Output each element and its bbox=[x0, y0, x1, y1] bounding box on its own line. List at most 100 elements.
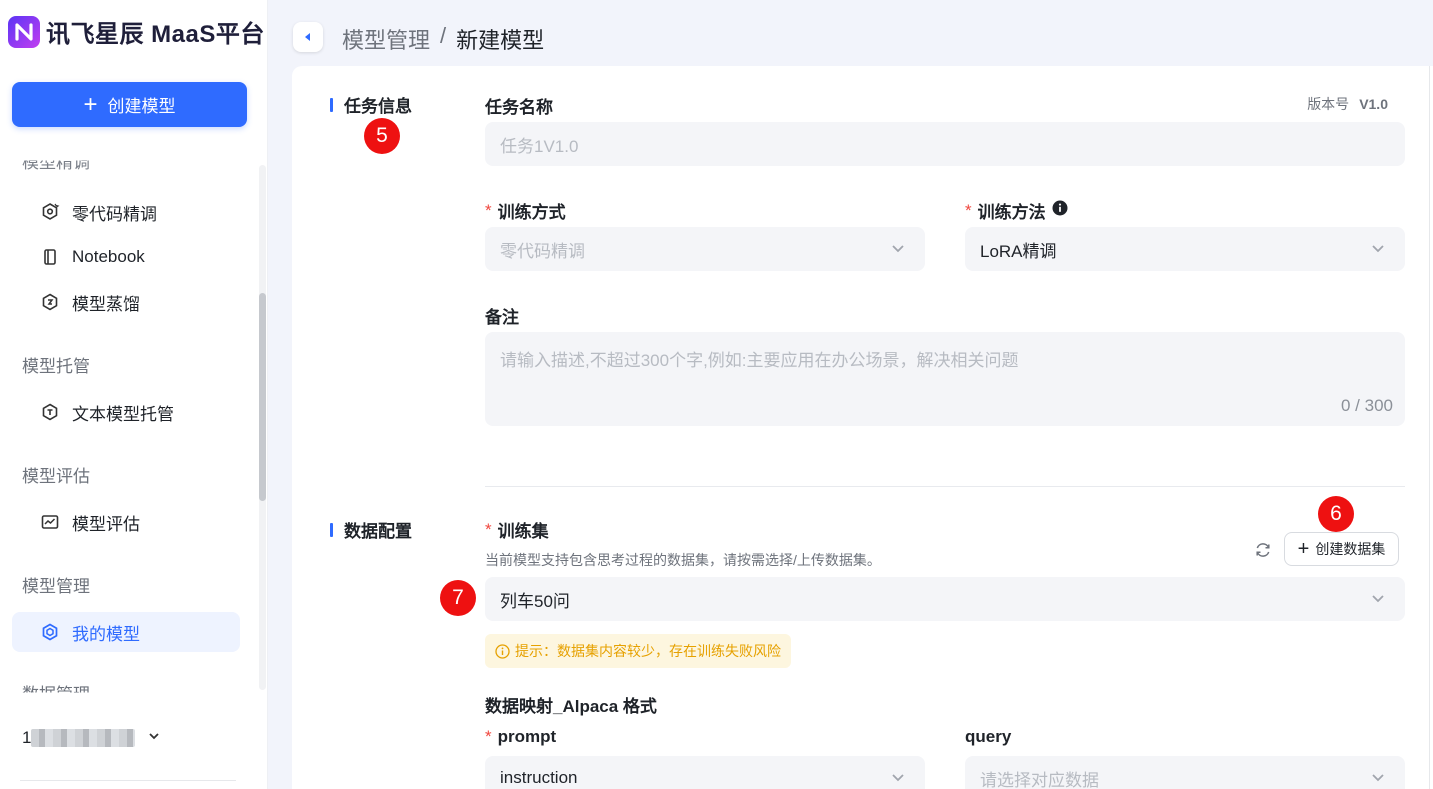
dataset-hint: 当前模型支持包含思考过程的数据集，请按需选择/上传数据集。 bbox=[485, 552, 881, 568]
train-method-label: * 训练方法 bbox=[965, 198, 1068, 223]
caret-left-icon bbox=[305, 33, 310, 41]
remark-char-counter: 0 / 300 bbox=[1341, 396, 1393, 415]
mapping-title: 数据映射_Alpaca 格式 bbox=[485, 692, 657, 717]
sidebar-item-text-hosting[interactable]: 文本模型托管 bbox=[12, 392, 240, 432]
sidebar-item-label: 零代码精调 bbox=[72, 204, 157, 224]
prompt-value: instruction bbox=[500, 768, 578, 787]
distill-icon bbox=[40, 292, 60, 312]
sidebar-item-label: Notebook bbox=[72, 247, 145, 266]
user-name-redacted bbox=[31, 729, 136, 747]
query-label: query bbox=[965, 727, 1011, 747]
remark-label-text: 备注 bbox=[485, 308, 519, 327]
user-name-prefix: 1 bbox=[22, 728, 32, 747]
chevron-down-icon bbox=[1372, 774, 1384, 782]
breadcrumb-current: 新建模型 bbox=[456, 28, 545, 53]
create-model-label: 创建模型 bbox=[107, 97, 176, 116]
query-select[interactable]: 请选择对应数据 bbox=[965, 756, 1405, 789]
train-mode-value: 零代码精调 bbox=[500, 241, 585, 261]
remark-label: 备注 bbox=[485, 303, 519, 328]
train-method-select[interactable]: LoRA精调 bbox=[965, 227, 1405, 271]
mapping-title-text: 数据映射_Alpaca 格式 bbox=[485, 697, 657, 716]
zero-code-finetune-icon bbox=[40, 202, 60, 222]
sidebar-item-label: 模型评估 bbox=[72, 514, 140, 534]
evaluation-icon bbox=[40, 512, 60, 532]
sidebar-item-label: 模型蒸馏 bbox=[72, 294, 140, 314]
train-mode-select[interactable]: 零代码精调 bbox=[485, 227, 925, 271]
nav-group-evaluation: 模型评估 bbox=[22, 467, 90, 486]
annotation-badge-6: 6 bbox=[1318, 496, 1354, 532]
task-name-label-text: 任务名称 bbox=[485, 98, 553, 117]
top-bar: 模型管理 / 新建模型 bbox=[268, 0, 1433, 66]
train-method-value: LoRA精调 bbox=[980, 241, 1057, 261]
nav-menu[interactable]: 模型精调 零代码精调 Notebook 模型蒸馏 模型托管 文本模型托管 模型评… bbox=[0, 150, 258, 695]
breadcrumb-separator: / bbox=[440, 23, 447, 48]
divider bbox=[20, 780, 236, 781]
prompt-select[interactable]: instruction bbox=[485, 756, 925, 789]
version-value: V1.0 bbox=[1359, 96, 1388, 112]
section-title-task-info: 任务信息 bbox=[330, 92, 412, 117]
sidebar-item-distill[interactable]: 模型蒸馏 bbox=[12, 282, 240, 322]
section-title-data-config: 数据配置 bbox=[330, 517, 412, 542]
breadcrumb-model-management[interactable]: 模型管理 bbox=[342, 23, 430, 55]
sidebar-item-evaluation[interactable]: 模型评估 bbox=[12, 502, 240, 542]
sidebar: 讯飞星辰 MaaS平台 + 创建模型 模型精调 零代码精调 Notebook 模… bbox=[0, 0, 268, 789]
warning-text: 提示：数据集内容较少，存在训练失败风险 bbox=[515, 643, 781, 659]
remark-placeholder: 请输入描述,不超过300个字,例如:主要应用在办公场景，解决相关问题 bbox=[500, 351, 1019, 370]
train-set-label-text: 训练集 bbox=[497, 522, 549, 541]
train-set-select[interactable]: 列车50问 bbox=[485, 577, 1405, 621]
train-mode-label: * 训练方式 bbox=[485, 198, 566, 223]
user-menu[interactable]: 1 bbox=[22, 728, 161, 748]
chevron-down-icon bbox=[892, 245, 904, 253]
train-set-value: 列车50问 bbox=[500, 591, 570, 611]
required-mark: * bbox=[965, 200, 972, 220]
chevron-down-icon bbox=[892, 774, 904, 782]
required-mark: * bbox=[485, 200, 492, 220]
version-info: 版本号 V1.0 bbox=[1307, 94, 1388, 114]
task-name-input[interactable]: 任务1V1.0 bbox=[485, 122, 1405, 166]
hosting-icon bbox=[40, 402, 60, 422]
my-model-icon bbox=[40, 622, 60, 642]
logo-icon bbox=[8, 15, 40, 48]
train-method-label-text: 训练方法 bbox=[977, 203, 1046, 222]
section-title-text: 任务信息 bbox=[344, 97, 412, 116]
main-form: 任务信息 5 任务名称 版本号 V1.0 任务1V1.0 * 训练方式 零代码精调… bbox=[292, 66, 1433, 789]
breadcrumb: 模型管理 / 新建模型 bbox=[342, 23, 544, 55]
sidebar-item-label: 文本模型托管 bbox=[72, 404, 174, 424]
nav-group-hosting: 模型托管 bbox=[22, 357, 90, 376]
sidebar-item-my-model[interactable]: 我的模型 bbox=[12, 612, 240, 652]
dataset-warning: 提示：数据集内容较少，存在训练失败风险 bbox=[485, 634, 791, 668]
sidebar-item-zero-code-finetune[interactable]: 零代码精调 bbox=[12, 192, 240, 232]
chevron-down-icon bbox=[1372, 245, 1384, 253]
remark-textarea[interactable]: 请输入描述,不超过300个字,例如:主要应用在办公场景，解决相关问题 0 / 3… bbox=[485, 332, 1405, 426]
nav-group-finetune: 模型精调 bbox=[22, 153, 90, 173]
annotation-badge-7: 7 bbox=[440, 580, 476, 616]
query-placeholder: 请选择对应数据 bbox=[980, 770, 1099, 789]
train-set-label: * 训练集 bbox=[485, 517, 549, 542]
nav-group-management: 模型管理 bbox=[22, 577, 90, 596]
content-scrollbar-edge bbox=[1429, 66, 1433, 789]
plus-icon: + bbox=[1297, 538, 1310, 560]
nav-group-data: 数据管理 bbox=[22, 685, 90, 695]
info-icon[interactable] bbox=[1052, 200, 1068, 221]
prompt-label-text: prompt bbox=[497, 727, 557, 746]
section-title-text: 数据配置 bbox=[344, 522, 412, 541]
sidebar-item-notebook[interactable]: Notebook bbox=[12, 237, 240, 277]
notebook-icon bbox=[40, 247, 60, 267]
create-dataset-label: 创建数据集 bbox=[1315, 541, 1386, 557]
required-mark: * bbox=[485, 519, 492, 539]
prompt-label: * prompt bbox=[485, 727, 556, 747]
task-name-value: 任务1V1.0 bbox=[500, 136, 579, 156]
chevron-down-icon bbox=[1372, 595, 1384, 603]
scroll-thumb[interactable] bbox=[259, 293, 266, 501]
chevron-down-icon bbox=[147, 728, 161, 748]
task-name-label: 任务名称 bbox=[485, 93, 553, 118]
logo[interactable]: 讯飞星辰 MaaS平台 bbox=[8, 14, 265, 49]
refresh-icon[interactable] bbox=[1252, 539, 1274, 561]
required-mark: * bbox=[485, 727, 492, 746]
create-model-button[interactable]: + 创建模型 bbox=[12, 82, 247, 127]
warning-info-icon bbox=[495, 643, 510, 659]
create-dataset-button[interactable]: + 创建数据集 bbox=[1284, 532, 1399, 566]
app-title: 讯飞星辰 MaaS平台 bbox=[46, 21, 265, 48]
collapse-sidebar-button[interactable] bbox=[293, 22, 323, 52]
sidebar-scrollbar[interactable] bbox=[259, 165, 266, 690]
